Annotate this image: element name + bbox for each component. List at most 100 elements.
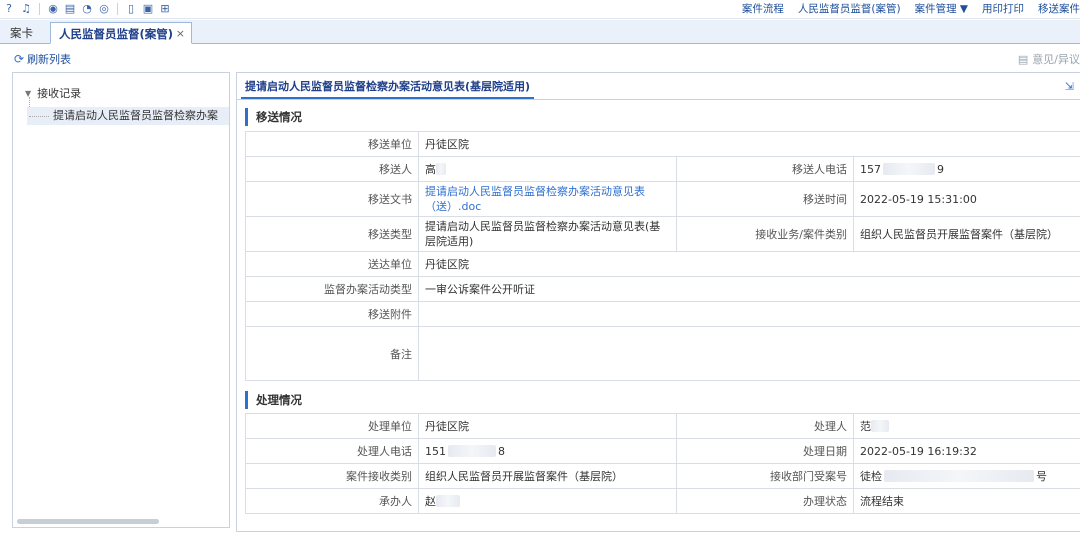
value-case-category: 组织人民监督员开展监督案件（基层院） bbox=[419, 464, 677, 488]
value-transfer-phone: 157 9 bbox=[854, 157, 1080, 181]
value-dept-case-number: 徒检 号 bbox=[854, 464, 1080, 488]
redacted-mark bbox=[871, 420, 889, 432]
menu-case-management[interactable]: 案件管理 ▼ bbox=[915, 2, 968, 16]
table-row: 移送人 高 移送人电话 157 9 bbox=[246, 157, 1080, 182]
value-handler: 赵 bbox=[419, 489, 677, 513]
toolbar-separator bbox=[39, 3, 40, 15]
person-name-text: 赵 bbox=[425, 495, 436, 508]
tab-case-card[interactable]: 案卡 bbox=[2, 22, 41, 44]
label-process-unit: 处理单位 bbox=[246, 414, 419, 438]
value-process-person: 范 bbox=[854, 414, 1080, 438]
top-toolbar: ? ♫ ◉ ▤ ◔ ◎ ▯ ▣ ⊞ 案件流程 人民监督员监督(案管) 案件管理 … bbox=[0, 0, 1080, 19]
horizontal-scrollbar[interactable] bbox=[17, 519, 159, 524]
case-number-prefix: 徒检 bbox=[860, 470, 882, 483]
tree-root-received-records[interactable]: ▼ 接收记录 bbox=[25, 85, 81, 101]
globe-icon[interactable]: ◎ bbox=[97, 2, 111, 16]
transfer-info-table: 移送单位 丹徒区院 移送人 高 移送人电话 157 9 移送文书 提请启动人民监… bbox=[245, 131, 1080, 381]
tree-item-request-form[interactable]: 提请启动人民监督员监督检察办案 bbox=[27, 107, 229, 125]
table-row: 移送附件 bbox=[246, 302, 1080, 327]
label-case-category: 案件接收类别 bbox=[246, 464, 419, 488]
table-row: 送达单位 丹徒区院 bbox=[246, 252, 1080, 277]
redacted-mark bbox=[436, 163, 446, 175]
case-number-suffix: 号 bbox=[1036, 470, 1047, 483]
value-process-date: 2022-05-19 16:19:32 bbox=[854, 439, 1080, 463]
label-transfer-doc: 移送文书 bbox=[246, 182, 419, 216]
value-business-category: 组织人民监督员开展监督案件（基层院） bbox=[854, 217, 1080, 251]
person-name-text: 高 bbox=[425, 163, 436, 176]
table-row: 处理人电话 151 8 处理日期 2022-05-19 16:19:32 bbox=[246, 439, 1080, 464]
redacted-mark bbox=[883, 163, 935, 175]
label-transfer-person: 移送人 bbox=[246, 157, 419, 181]
tree-connector bbox=[29, 116, 49, 117]
label-attachment: 移送附件 bbox=[246, 302, 419, 326]
link-transfer-doc[interactable]: 提请启动人民监督员监督检察办案活动意见表（送）.doc bbox=[419, 182, 677, 216]
chart-icon[interactable]: ◔ bbox=[80, 2, 94, 16]
menu-seal-print[interactable]: 用印打印 bbox=[982, 2, 1024, 16]
form-title-tab[interactable]: 提请启动人民监督员监督检察办案活动意见表(基层院适用) bbox=[241, 77, 535, 99]
tab-bar: 案卡 人民监督员监督(案管) × bbox=[0, 20, 1080, 44]
tab-people-supervisor[interactable]: 人民监督员监督(案管) × bbox=[50, 22, 192, 44]
refresh-label: 刷新列表 bbox=[27, 53, 72, 66]
refresh-icon: ⟳ bbox=[14, 52, 25, 66]
menu-people-supervisor[interactable]: 人民监督员监督(案管) bbox=[798, 2, 901, 16]
table-row: 移送单位 丹徒区院 bbox=[246, 132, 1080, 157]
value-process-unit: 丹徒区院 bbox=[419, 414, 677, 438]
stamp-icon[interactable]: ◉ bbox=[46, 2, 60, 16]
table-row: 案件接收类别 组织人民监督员开展监督案件（基层院） 接收部门受案号 徒检 号 bbox=[246, 464, 1080, 489]
record-tree-panel: ▼ 接收记录 提请启动人民监督员监督检察办案 bbox=[12, 72, 230, 528]
form-panel: 提请启动人民监督员监督检察办案活动意见表(基层院适用) ⇲ 移送情况 移送单位 … bbox=[236, 72, 1080, 532]
divider bbox=[237, 99, 1080, 100]
help-icon[interactable]: ? bbox=[2, 2, 16, 16]
process-info-table: 处理单位 丹徒区院 处理人 范 处理人电话 151 8 处理日期 2022-05… bbox=[245, 413, 1080, 514]
label-remark: 备注 bbox=[246, 327, 419, 380]
table-row: 处理单位 丹徒区院 处理人 范 bbox=[246, 414, 1080, 439]
label-handler: 承办人 bbox=[246, 489, 419, 513]
label-process-phone: 处理人电话 bbox=[246, 439, 419, 463]
table-row: 承办人 赵 办理状态 流程结束 bbox=[246, 489, 1080, 514]
label-transfer-type: 移送类型 bbox=[246, 217, 419, 251]
refresh-list-button[interactable]: ⟳ 刷新列表 bbox=[14, 51, 71, 67]
label-transfer-unit: 移送单位 bbox=[246, 132, 419, 156]
table-row: 监督办案活动类型 一审公诉案件公开听证 bbox=[246, 277, 1080, 302]
opinion-button[interactable]: ▤ 意见/异议 bbox=[1018, 51, 1080, 67]
label-activity-type: 监督办案活动类型 bbox=[246, 277, 419, 301]
label-dept-case-number: 接收部门受案号 bbox=[677, 464, 854, 488]
fullscreen-icon[interactable]: ⊞ bbox=[158, 2, 172, 16]
top-menu: 案件流程 人民监督员监督(案管) 案件管理 ▼ 用印打印 移送案件 bbox=[742, 2, 1080, 16]
value-transfer-unit: 丹徒区院 bbox=[419, 132, 1080, 156]
redacted-mark bbox=[436, 495, 460, 507]
menu-case-flow[interactable]: 案件流程 bbox=[742, 2, 784, 16]
tree-root-label: 接收记录 bbox=[37, 87, 82, 100]
value-attachment bbox=[419, 302, 1080, 326]
close-icon[interactable]: × bbox=[176, 23, 185, 45]
label-process-person: 处理人 bbox=[677, 414, 854, 438]
menu-transfer-case[interactable]: 移送案件 bbox=[1038, 2, 1080, 16]
value-deliver-unit: 丹徒区院 bbox=[419, 252, 1080, 276]
value-transfer-time: 2022-05-19 15:31:00 bbox=[854, 182, 1080, 216]
label-transfer-phone: 移送人电话 bbox=[677, 157, 854, 181]
value-transfer-person: 高 bbox=[419, 157, 677, 181]
sub-toolbar: ⟳ 刷新列表 ▤ 意见/异议 bbox=[0, 45, 1080, 71]
value-process-phone: 151 8 bbox=[419, 439, 677, 463]
label-process-date: 处理日期 bbox=[677, 439, 854, 463]
value-activity-type: 一审公诉案件公开听证 bbox=[419, 277, 1080, 301]
table-row: 移送类型 提请启动人民监督员监督检察办案活动意见表(基层院适用) 接收业务/案件… bbox=[246, 217, 1080, 252]
label-status: 办理状态 bbox=[677, 489, 854, 513]
notes-icon[interactable]: ▤ bbox=[63, 2, 77, 16]
section-title-transfer: 移送情况 bbox=[245, 108, 302, 126]
section-title-process: 处理情况 bbox=[245, 391, 302, 409]
opinion-label: 意见/异议 bbox=[1032, 53, 1080, 66]
toolbar-separator bbox=[117, 3, 118, 15]
label-transfer-time: 移送时间 bbox=[677, 182, 854, 216]
document-icon[interactable]: ▯ bbox=[124, 2, 138, 16]
phone-prefix: 151 bbox=[425, 444, 446, 458]
value-transfer-type: 提请启动人民监督员监督检察办案活动意见表(基层院适用) bbox=[419, 217, 677, 251]
export-icon[interactable]: ⇲ bbox=[1065, 80, 1074, 93]
value-status: 流程结束 bbox=[854, 489, 1080, 513]
help-book-icon[interactable]: ▣ bbox=[141, 2, 155, 16]
value-remark bbox=[419, 327, 1080, 380]
phone-suffix: 8 bbox=[498, 444, 505, 458]
label-business-category: 接收业务/案件类别 bbox=[677, 217, 854, 251]
table-row: 备注 bbox=[246, 327, 1080, 381]
bell-icon[interactable]: ♫ bbox=[19, 2, 33, 16]
